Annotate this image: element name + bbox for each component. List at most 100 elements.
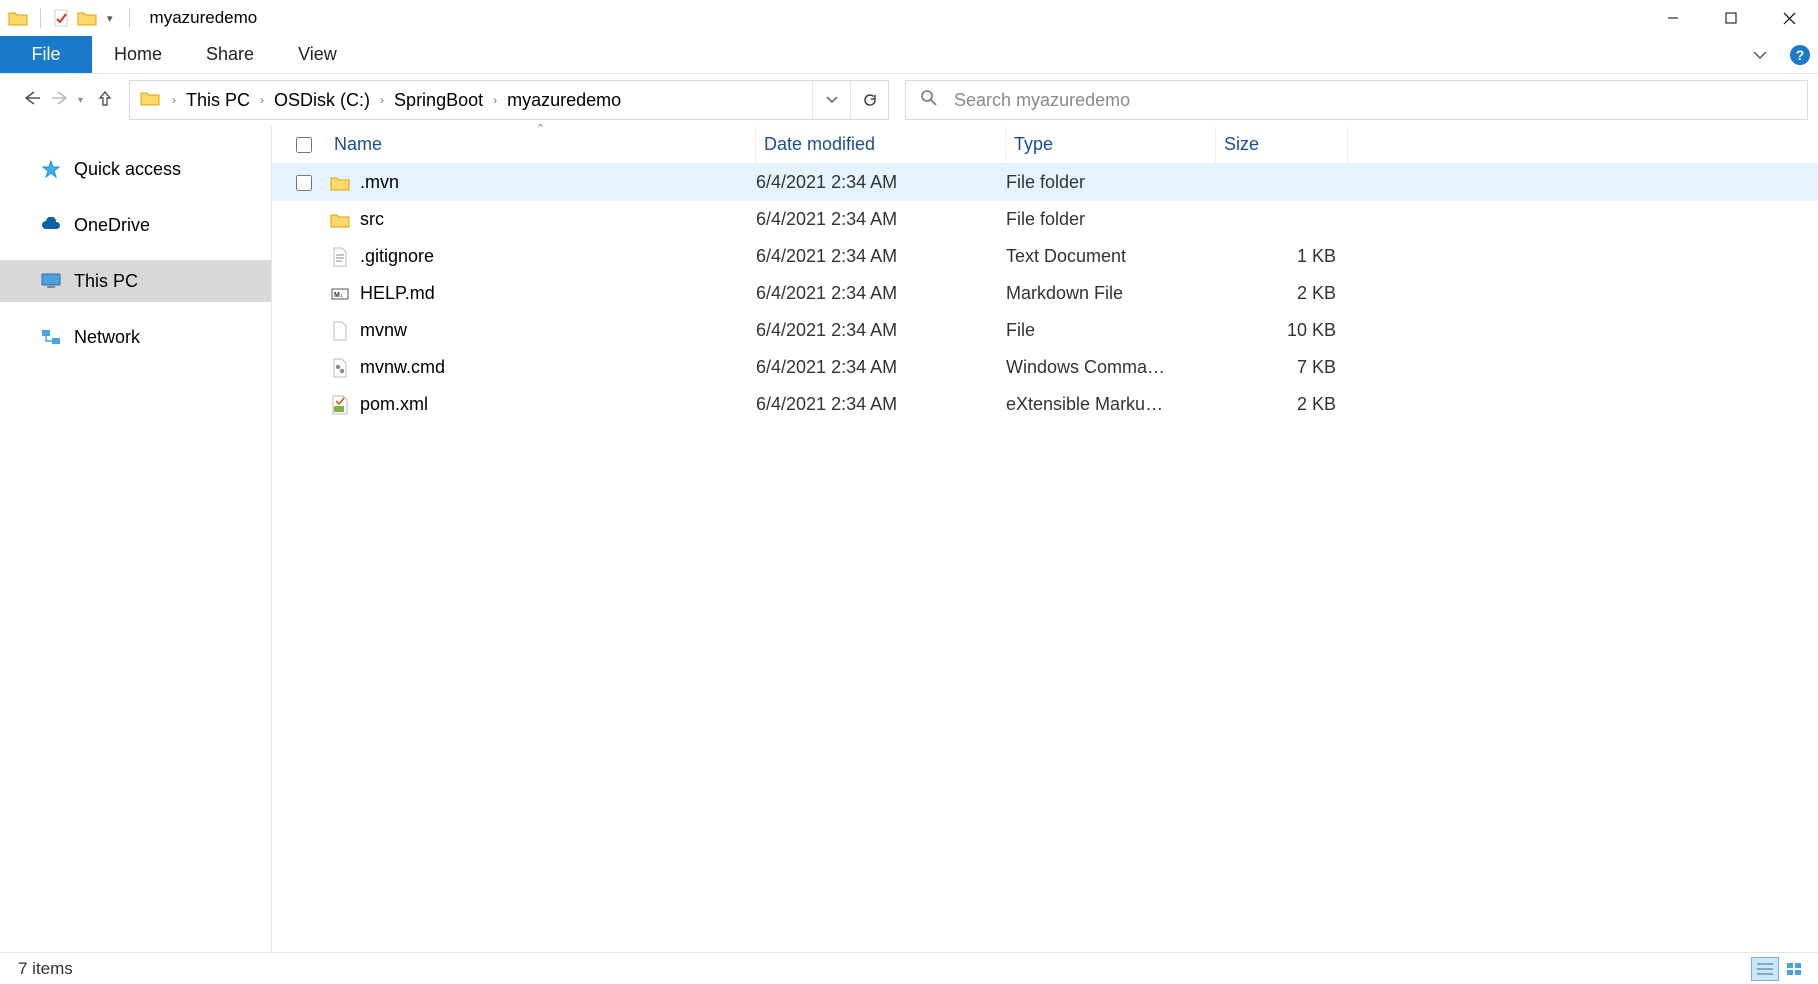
column-header-size[interactable]: Size — [1216, 126, 1348, 163]
properties-icon[interactable] — [53, 9, 71, 27]
file-size: 1 KB — [1216, 246, 1336, 267]
sidebar-item-network[interactable]: Network — [0, 316, 271, 358]
column-header-name[interactable]: Name ⌃ — [326, 126, 756, 163]
breadcrumb-osdisk[interactable]: OSDisk (C:) — [268, 90, 376, 111]
ribbon-tabs: File Home Share View ? — [0, 36, 1818, 74]
file-icon — [326, 212, 354, 228]
svg-text:?: ? — [1796, 47, 1805, 63]
sidebar-item-label: This PC — [74, 271, 138, 292]
refresh-button[interactable] — [850, 81, 888, 119]
tab-view[interactable]: View — [276, 36, 359, 73]
file-name: mvnw — [354, 320, 756, 341]
recent-locations-icon[interactable]: ▾ — [78, 95, 83, 106]
file-icon — [326, 175, 354, 191]
chevron-right-icon[interactable]: › — [489, 93, 501, 107]
file-name: mvnw.cmd — [354, 357, 756, 378]
file-row[interactable]: src6/4/2021 2:34 AMFile folder — [272, 201, 1818, 238]
separator — [40, 8, 41, 28]
file-row[interactable]: .mvn6/4/2021 2:34 AMFile folder — [272, 164, 1818, 201]
chevron-right-icon[interactable]: › — [256, 93, 268, 107]
help-button[interactable]: ? — [1782, 36, 1818, 73]
qat-dropdown-icon[interactable]: ▾ — [103, 12, 117, 25]
file-icon: M↓ — [326, 286, 354, 302]
file-icon — [326, 247, 354, 267]
file-type: Windows Comma… — [1006, 357, 1216, 378]
file-date: 6/4/2021 2:34 AM — [756, 283, 1006, 304]
back-button[interactable] — [22, 90, 42, 111]
up-button[interactable] — [93, 89, 123, 112]
minimize-button[interactable] — [1644, 0, 1702, 36]
file-name: pom.xml — [354, 394, 756, 415]
chevron-right-icon[interactable]: › — [168, 93, 180, 107]
large-icons-view-button[interactable] — [1780, 957, 1808, 981]
file-size: 10 KB — [1216, 320, 1336, 341]
title-bar: ▾ myazuredemo — [0, 0, 1818, 36]
file-type: Text Document — [1006, 246, 1216, 267]
sidebar-item-label: Quick access — [74, 159, 181, 180]
search-input[interactable] — [954, 90, 1793, 111]
search-box[interactable] — [905, 80, 1808, 120]
file-rows: .mvn6/4/2021 2:34 AMFile foldersrc6/4/20… — [272, 164, 1818, 952]
tab-home[interactable]: Home — [92, 36, 184, 73]
file-size: 7 KB — [1216, 357, 1336, 378]
file-type: File folder — [1006, 172, 1216, 193]
details-view-button[interactable] — [1751, 957, 1779, 981]
file-type: File folder — [1006, 209, 1216, 230]
address-bar[interactable]: › This PC › OSDisk (C:) › SpringBoot › m… — [129, 80, 889, 120]
file-tab[interactable]: File — [0, 36, 92, 73]
column-headers: Name ⌃ Date modified Type Size — [272, 126, 1818, 164]
sidebar-item-quick-access[interactable]: Quick access — [0, 148, 271, 190]
ribbon-expand-icon[interactable] — [1738, 36, 1782, 73]
file-row[interactable]: M↓HELP.md6/4/2021 2:34 AMMarkdown File2 … — [272, 275, 1818, 312]
file-type: File — [1006, 320, 1216, 341]
navigation-row: ▾ › This PC › OSDisk (C:) › SpringBoot ›… — [0, 74, 1818, 126]
file-name: src — [354, 209, 756, 230]
breadcrumb-springboot[interactable]: SpringBoot — [388, 90, 489, 111]
maximize-button[interactable] — [1702, 0, 1760, 36]
file-row[interactable]: mvnw.cmd6/4/2021 2:34 AMWindows Comma…7 … — [272, 349, 1818, 386]
column-header-type[interactable]: Type — [1006, 126, 1216, 163]
file-row[interactable]: pom.xml6/4/2021 2:34 AMeXtensible Marku…… — [272, 386, 1818, 423]
sidebar-item-onedrive[interactable]: OneDrive — [0, 204, 271, 246]
file-date: 6/4/2021 2:34 AM — [756, 394, 1006, 415]
chevron-right-icon[interactable]: › — [376, 93, 388, 107]
svg-text:M↓: M↓ — [334, 292, 343, 299]
file-date: 6/4/2021 2:34 AM — [756, 209, 1006, 230]
file-date: 6/4/2021 2:34 AM — [756, 246, 1006, 267]
file-row[interactable]: mvnw6/4/2021 2:34 AMFile10 KB — [272, 312, 1818, 349]
search-icon — [920, 89, 938, 112]
file-name: .mvn — [354, 172, 756, 193]
nav-arrows: ▾ — [8, 90, 93, 111]
file-list-pane: Name ⌃ Date modified Type Size .mvn6/4/2… — [272, 126, 1818, 952]
file-date: 6/4/2021 2:34 AM — [756, 172, 1006, 193]
column-header-date[interactable]: Date modified — [756, 126, 1006, 163]
row-checkbox[interactable] — [296, 175, 326, 191]
new-folder-icon[interactable] — [77, 10, 97, 26]
file-size: 2 KB — [1216, 394, 1336, 415]
breadcrumb-current[interactable]: myazuredemo — [501, 90, 627, 111]
file-icon — [326, 358, 354, 378]
file-icon — [326, 321, 354, 341]
item-count: 7 items — [18, 959, 73, 979]
tab-share[interactable]: Share — [184, 36, 276, 73]
separator — [129, 8, 130, 28]
history-dropdown-icon[interactable] — [812, 81, 850, 119]
select-all-checkbox[interactable] — [296, 137, 326, 153]
cloud-icon — [40, 217, 62, 233]
computer-icon — [40, 272, 62, 290]
sidebar-item-label: Network — [74, 327, 140, 348]
file-type: eXtensible Marku… — [1006, 394, 1216, 415]
forward-button[interactable] — [52, 90, 72, 111]
status-bar: 7 items — [0, 952, 1818, 984]
sidebar-item-this-pc[interactable]: This PC — [0, 260, 271, 302]
breadcrumb-this-pc[interactable]: This PC — [180, 90, 256, 111]
close-button[interactable] — [1760, 0, 1818, 36]
main-area: Quick access OneDrive This PC Network Na… — [0, 126, 1818, 952]
file-name: HELP.md — [354, 283, 756, 304]
file-row[interactable]: .gitignore6/4/2021 2:34 AMText Document1… — [272, 238, 1818, 275]
file-type: Markdown File — [1006, 283, 1216, 304]
file-icon — [326, 395, 354, 415]
file-name: .gitignore — [354, 246, 756, 267]
file-date: 6/4/2021 2:34 AM — [756, 320, 1006, 341]
file-date: 6/4/2021 2:34 AM — [756, 357, 1006, 378]
